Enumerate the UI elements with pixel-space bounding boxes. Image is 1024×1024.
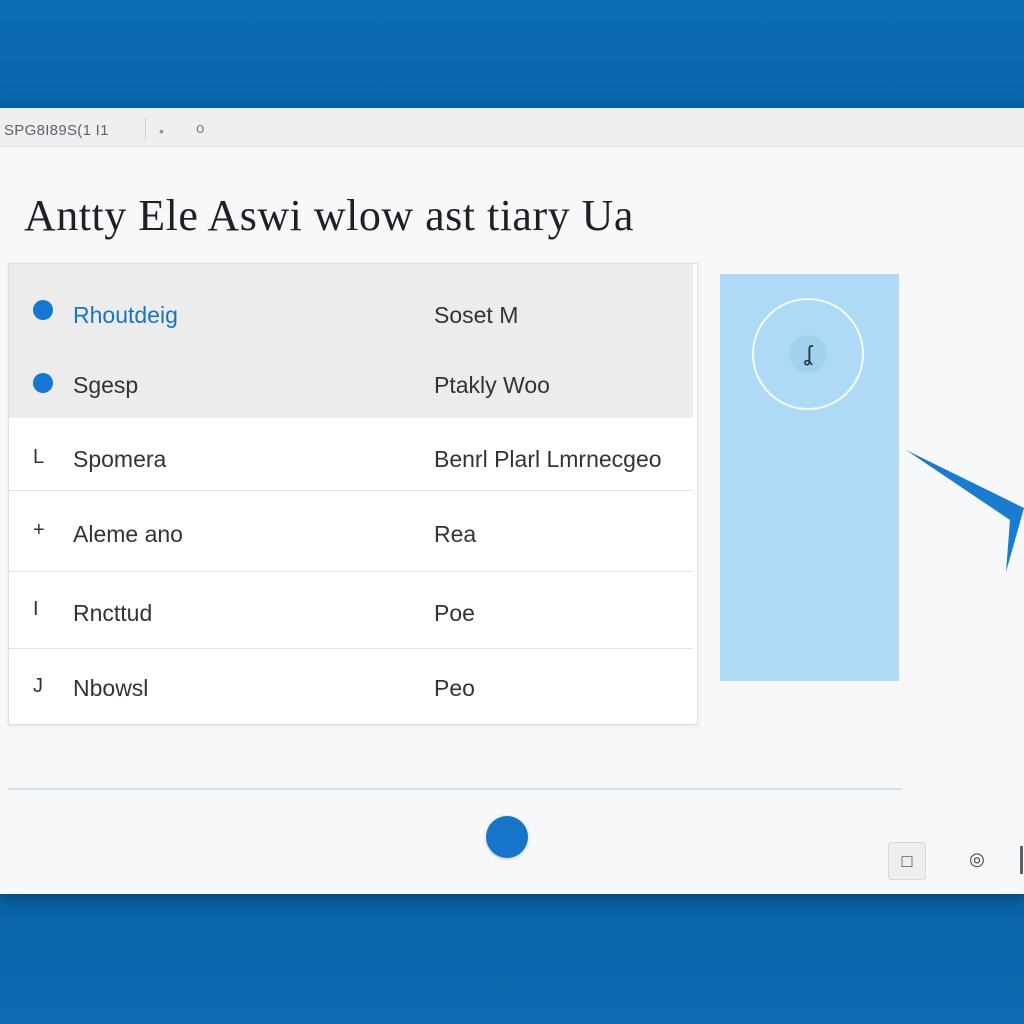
camera-button[interactable]: ◎ <box>958 840 996 878</box>
badge-glyph: ʆ <box>789 335 827 373</box>
app-window: SPG8I89S(1 I1 • o Antty Ele Aswi wlow as… <box>0 108 1024 894</box>
row-marker: L <box>33 446 45 468</box>
table-row[interactable]: Rhoutdeig Soset M <box>9 264 693 338</box>
primary-action-button[interactable] <box>486 816 528 858</box>
row-value: Poe <box>434 600 475 626</box>
app-title: SPG8I89S(1 I1 <box>4 122 109 139</box>
row-marker: I <box>33 598 39 620</box>
title-bar: SPG8I89S(1 I1 • o <box>0 108 1024 147</box>
preview-panel: ʆ <box>720 274 899 681</box>
row-name: Rncttud <box>73 600 153 626</box>
edge-handle[interactable] <box>1020 846 1023 874</box>
table-row[interactable]: Sgesp Ptakly Woo <box>9 338 693 418</box>
row-name: Rhoutdeig <box>73 302 178 328</box>
camera-icon: ◎ <box>969 849 985 869</box>
background-band-top <box>0 0 1024 108</box>
row-name: Nbowsl <box>73 675 149 701</box>
table-row[interactable]: J Nbowsl Peo <box>9 649 693 723</box>
table-row[interactable]: I Rncttud Poe <box>9 572 693 649</box>
section-divider <box>8 788 902 790</box>
table-row[interactable]: + Aleme ano Rea <box>9 491 693 572</box>
square-icon: □ <box>901 851 913 871</box>
row-value: Soset M <box>434 302 519 328</box>
row-value: Ptakly Woo <box>434 372 550 398</box>
row-value: Rea <box>434 521 477 547</box>
title-separator <box>145 118 146 140</box>
row-name: Spomera <box>73 446 167 472</box>
row-marker: J <box>33 675 43 697</box>
pointer-arrow-icon <box>906 450 1024 572</box>
background-band-bottom <box>0 894 1024 1024</box>
square-toggle-button[interactable]: □ <box>888 842 926 880</box>
page-title: Antty Ele Aswi wlow ast tiary Ua <box>24 191 634 240</box>
title-dot-icon: • <box>159 123 164 139</box>
row-marker: + <box>33 519 45 541</box>
settings-table: Rhoutdeig Soset M Sgesp Ptakly Woo L Spo… <box>8 263 698 725</box>
blue-bullet-icon <box>33 373 53 393</box>
row-value: Benrl Plarl Lmrnecgeo <box>434 446 662 472</box>
circle-badge-icon[interactable]: ʆ <box>752 298 864 410</box>
table-row[interactable]: L Spomera Benrl Plarl Lmrnecgeo <box>9 418 693 491</box>
row-name: Sgesp <box>73 372 139 398</box>
row-value: Peo <box>434 675 475 701</box>
title-circle-icon[interactable]: o <box>196 120 204 137</box>
blue-bullet-icon <box>33 300 53 320</box>
row-name: Aleme ano <box>73 521 183 547</box>
